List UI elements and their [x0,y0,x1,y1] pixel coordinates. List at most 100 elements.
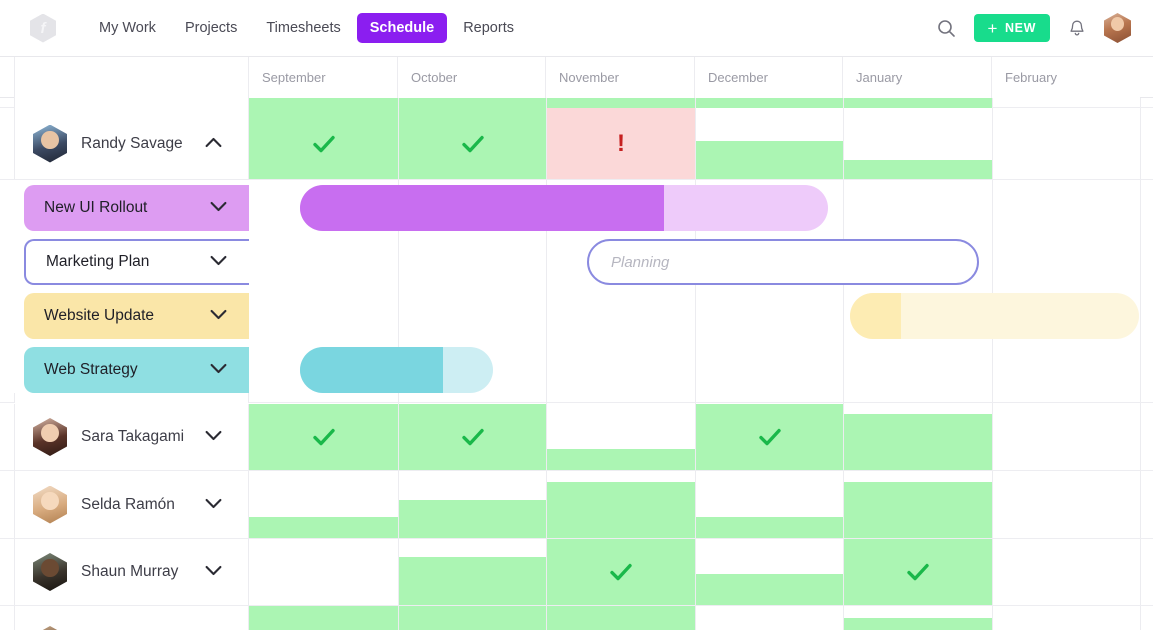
avatar[interactable] [1104,13,1131,43]
availability-cell-january[interactable] [844,482,992,538]
search-icon[interactable] [936,17,958,39]
person-name: Selda Ramón [81,495,175,513]
month-label: February [1005,70,1058,85]
gantt-bar-progress [300,185,664,231]
nav-item-schedule[interactable]: Schedule [356,13,448,43]
table-row: Shaun Murray [0,539,1153,606]
new-button[interactable]: + NEW [973,14,1050,42]
project-row-web-strategy: Web Strategy [0,347,1153,393]
schedule-app: f My Work Projects Timesheets Schedule R… [0,0,1153,630]
row-label-cell [14,393,249,403]
hexagon-logo-icon[interactable]: f [30,13,56,43]
availability-cell[interactable] [547,606,695,630]
chevron-down-icon[interactable] [205,563,222,581]
month-label: September [262,70,326,85]
row-label-shaun-murray[interactable]: Shaun Murray [14,539,249,605]
availability-cell-october[interactable] [399,557,546,605]
availability-cell-december[interactable] [696,404,843,470]
month-label: October [411,70,458,85]
availability-cell[interactable] [696,98,843,108]
availability-cell-october[interactable] [399,500,546,538]
gantt-bar-progress [850,293,901,339]
nav-right-actions: + NEW [936,13,1131,43]
status-conflict-icon: ! [617,129,625,157]
availability-cell[interactable] [844,618,992,630]
availability-cell-january[interactable] [844,539,992,605]
main-nav-links: My Work Projects Timesheets Schedule Rep… [86,13,527,43]
gantt-bar-new-ui-rollout[interactable] [300,185,828,231]
row-label-next-person[interactable] [14,606,249,630]
bell-icon[interactable] [1066,17,1088,39]
avatar [33,485,67,524]
project-pill-new-ui-rollout[interactable]: New UI Rollout [24,185,249,231]
row-label-sara-takagami[interactable]: Sara Takagami [14,404,249,470]
table-row: Sara Takagami [0,404,1153,471]
availability-cell-september[interactable] [249,517,398,538]
availability-cell-december[interactable] [696,141,843,179]
person-name: Randy Savage [81,134,183,152]
chevron-down-icon[interactable] [205,496,222,514]
avatar [33,418,67,456]
nav-item-reports[interactable]: Reports [450,13,527,43]
availability-cell-november[interactable] [547,539,695,605]
chevron-down-icon[interactable] [210,361,227,379]
nav-item-projects[interactable]: Projects [172,13,250,43]
project-row-new-ui-rollout: New UI Rollout [0,185,1153,231]
row-label-cell [14,98,249,108]
availability-cell-december[interactable] [696,517,843,538]
chevron-down-icon[interactable] [210,307,227,325]
availability-cell-september[interactable] [249,404,398,470]
top-navigation-bar: f My Work Projects Timesheets Schedule R… [0,0,1153,57]
person-name: Sara Takagami [81,428,185,445]
project-pill-website-update[interactable]: Website Update [24,293,249,339]
availability-cell[interactable] [547,98,695,108]
gantt-bar-progress [300,347,443,393]
month-header-december: December [695,57,843,98]
nav-item-my-work[interactable]: My Work [86,13,169,43]
availability-cell[interactable] [844,98,992,108]
availability-cell-november[interactable] [547,449,695,470]
month-header-september: September [249,57,398,98]
availability-cell-october[interactable] [399,404,546,470]
gantt-bar-website-update[interactable] [850,293,1139,339]
month-header-november: November [546,57,695,98]
project-pill-web-strategy[interactable]: Web Strategy [24,347,249,393]
avatar [33,553,67,591]
project-pill-marketing-plan[interactable]: Marketing Plan [24,239,249,285]
availability-cell-december[interactable] [696,574,843,605]
plus-icon: + [987,18,999,38]
table-row: Selda Ramón [0,471,1153,539]
availability-cell-january[interactable] [844,414,992,470]
gantt-bar-placeholder: Planning [611,253,670,271]
chevron-up-icon[interactable] [205,135,222,153]
project-row-marketing-plan: Planning Marketing Plan [0,239,1153,285]
availability-cell-november[interactable] [547,482,695,538]
chevron-down-icon[interactable] [205,428,222,446]
timeline-month-header: September October November December Janu… [0,57,1153,98]
project-row-website-update: Website Update [0,293,1153,339]
chevron-down-icon[interactable] [210,253,227,271]
availability-cell[interactable] [399,98,546,108]
month-header-february: February [992,57,1140,98]
header-corner-cell [14,57,249,98]
new-button-label: NEW [1005,21,1036,35]
project-name: New UI Rollout [44,199,148,216]
project-group-spacer [0,393,1153,403]
availability-cell[interactable] [249,98,398,108]
availability-cell[interactable] [249,606,398,630]
availability-cell[interactable] [399,606,546,630]
avatar [33,626,67,630]
month-label: December [708,70,768,85]
gantt-bar-web-strategy[interactable] [300,347,493,393]
row-label-randy-savage[interactable]: Randy Savage [14,108,249,179]
availability-cell-september[interactable] [249,108,398,179]
availability-cell-january[interactable] [844,160,992,179]
avatar [33,124,67,163]
availability-cell-october[interactable] [399,108,546,179]
month-label: January [856,70,903,85]
nav-item-timesheets[interactable]: Timesheets [253,13,353,43]
chevron-down-icon[interactable] [210,199,227,217]
month-header-january: January [843,57,992,98]
gantt-bar-input-marketing-plan[interactable]: Planning [587,239,979,285]
row-label-selda-ramon[interactable]: Selda Ramón [14,471,249,538]
